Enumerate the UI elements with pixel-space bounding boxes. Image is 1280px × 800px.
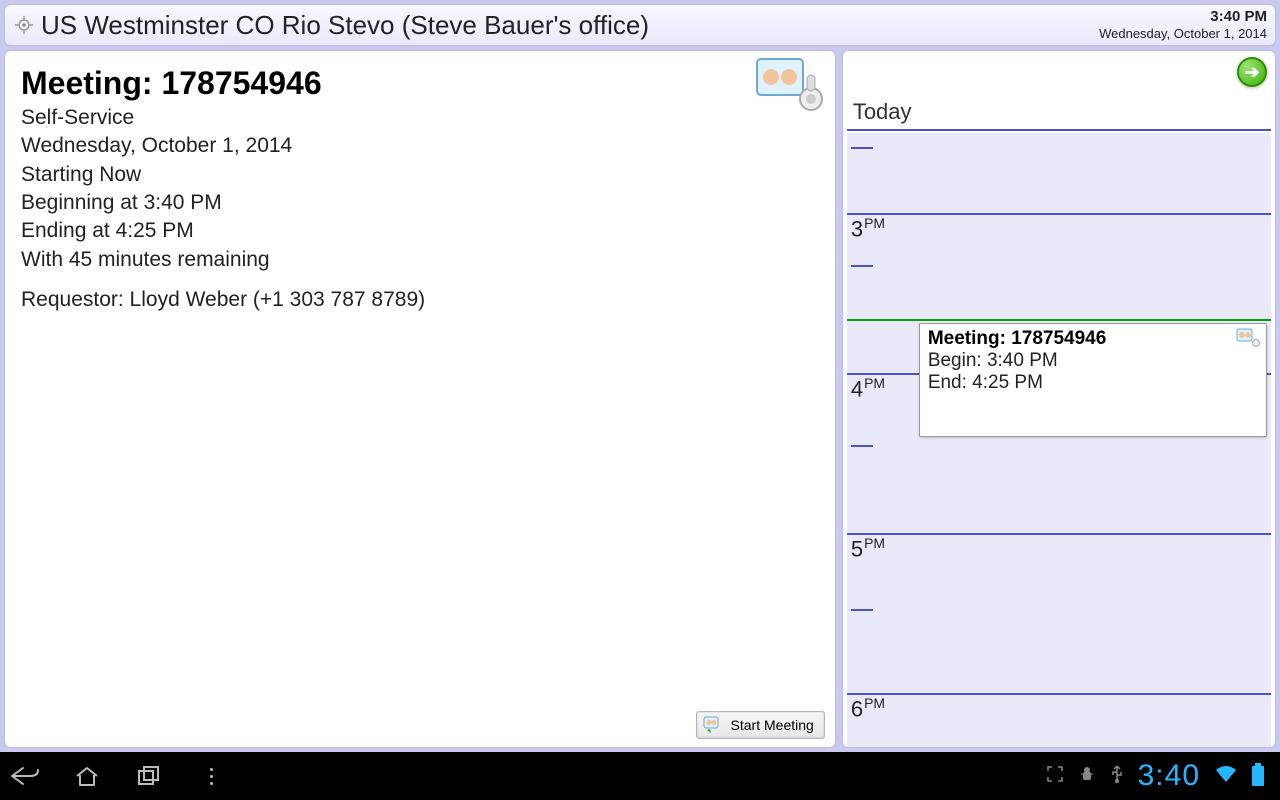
hour-label-5pm: 5PM: [851, 535, 885, 562]
header-clock-time: 3:40 PM: [1099, 8, 1267, 26]
meeting-status: Starting Now: [21, 161, 819, 189]
location-header-bar: US Westminster CO Rio Stevo (Steve Bauer…: [4, 4, 1276, 46]
divider: [847, 129, 1271, 131]
android-recent-apps-button[interactable]: [132, 762, 166, 790]
meeting-title: Meeting: 178754946: [21, 65, 819, 102]
hour-line-3pm: [847, 213, 1271, 215]
android-back-button[interactable]: [8, 762, 42, 790]
agenda-timeline[interactable]: 3PM 4PM 5PM 6PM: [847, 133, 1271, 747]
meeting-ends: Ending at 4:25 PM: [21, 217, 819, 245]
header-clock: 3:40 PM Wednesday, October 1, 2014: [1099, 8, 1267, 42]
usb-icon: [1110, 764, 1124, 789]
android-status-clock: 3:40: [1138, 759, 1200, 793]
agenda-today-label: Today: [853, 99, 912, 125]
agenda-event-card[interactable]: Meeting: 178754946 Begin: 3:40 PM End: 4…: [919, 323, 1267, 437]
wifi-icon: [1214, 764, 1238, 789]
event-end: End: 4:25 PM: [928, 372, 1236, 394]
android-home-button[interactable]: [70, 762, 104, 790]
android-navigation-bar: 3:40: [0, 752, 1280, 800]
half-hour-tick: [851, 609, 873, 611]
start-meeting-label: Start Meeting: [731, 717, 814, 733]
hour-label-6pm: 6PM: [851, 695, 885, 722]
spacer: [21, 274, 819, 286]
meeting-begins: Beginning at 3:40 PM: [21, 189, 819, 217]
video-conference-start-icon: [703, 716, 725, 734]
android-debug-icon: [1078, 765, 1096, 788]
android-menu-button[interactable]: [194, 762, 228, 790]
half-hour-tick: [851, 147, 873, 149]
hour-label-3pm: 3PM: [851, 215, 885, 242]
hour-label-4pm: 4PM: [851, 375, 885, 402]
agenda-panel: ➔ Today 3PM 4PM 5PM: [842, 50, 1276, 748]
now-marker: [847, 319, 1271, 321]
hour-line-6pm: [847, 693, 1271, 695]
location-title: US Westminster CO Rio Stevo (Steve Bauer…: [41, 10, 649, 41]
battery-icon: [1252, 766, 1264, 786]
video-conference-icon: [1236, 328, 1260, 348]
meeting-requestor: Requestor: Lloyd Weber (+1 303 787 8789): [21, 286, 819, 314]
meeting-date: Wednesday, October 1, 2014: [21, 132, 819, 160]
hour-line-5pm: [847, 533, 1271, 535]
event-begin: Begin: 3:40 PM: [928, 350, 1236, 372]
expand-icon[interactable]: [1046, 765, 1064, 788]
arrow-right-icon: ➔: [1244, 62, 1259, 83]
meeting-detail-panel: Meeting: 178754946 Self-Service Wednesda…: [4, 50, 836, 748]
half-hour-tick: [851, 445, 873, 447]
meeting-remaining: With 45 minutes remaining: [21, 246, 819, 274]
agenda-next-button[interactable]: ➔: [1237, 57, 1267, 87]
video-conference-icon: [755, 57, 825, 117]
meeting-type: Self-Service: [21, 104, 819, 132]
half-hour-tick: [851, 265, 873, 267]
start-meeting-button[interactable]: Start Meeting: [696, 711, 825, 739]
header-clock-date: Wednesday, October 1, 2014: [1099, 26, 1267, 42]
location-target-icon: [13, 14, 35, 36]
event-title: Meeting: 178754946: [928, 328, 1236, 350]
